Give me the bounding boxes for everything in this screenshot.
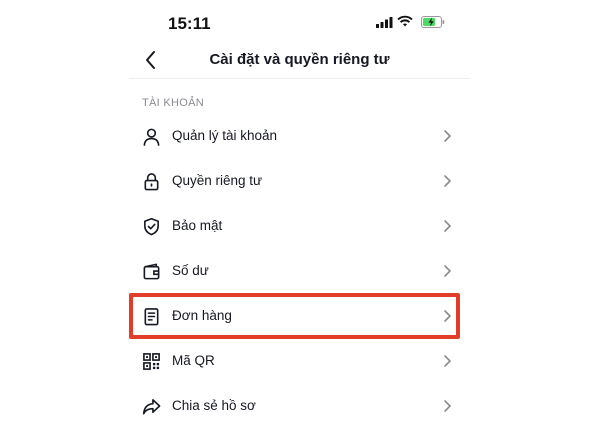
share-icon <box>142 399 161 415</box>
chevron-right-icon <box>444 265 451 277</box>
settings-item-label: Quyền riêng tư <box>172 173 263 188</box>
settings-item-label: Đơn hàng <box>172 308 232 323</box>
settings-item-orders[interactable]: Đơn hàng <box>129 294 470 339</box>
shield-icon <box>144 217 159 236</box>
phone-screen: 15:11 Cài đặt và quyền riêng tư TÀI KHOẢ… <box>129 0 470 436</box>
page-title: Cài đặt và quyền riêng tư <box>209 51 390 68</box>
status-time: 15:11 <box>168 14 211 33</box>
settings-item-privacy[interactable]: Quyền riêng tư <box>129 159 470 204</box>
nav-header: Cài đặt và quyền riêng tư <box>129 42 470 79</box>
orders-icon <box>144 308 159 326</box>
person-icon <box>143 128 160 146</box>
chevron-right-icon <box>444 220 451 232</box>
settings-item-label: Quản lý tài khoản <box>172 128 278 143</box>
settings-item-share-profile[interactable]: Chia sẻ hồ sơ <box>129 384 470 429</box>
wallet-icon <box>143 263 160 280</box>
settings-item-account[interactable]: Quản lý tài khoản <box>129 114 470 159</box>
settings-list: Quản lý tài khoản Quyền riêng tư Bảo mật <box>129 114 470 429</box>
chevron-right-icon <box>444 175 451 187</box>
settings-item-qr-code[interactable]: Mã QR <box>129 339 470 384</box>
chevron-right-icon <box>444 130 451 142</box>
wifi-icon <box>397 15 413 27</box>
settings-item-label: Mã QR <box>172 353 215 368</box>
battery-charging-icon <box>421 16 445 28</box>
lock-icon <box>144 173 159 191</box>
qr-code-icon <box>143 353 160 370</box>
chevron-right-icon <box>444 400 451 412</box>
status-bar: 15:11 <box>129 0 470 48</box>
settings-item-security[interactable]: Bảo mật <box>129 204 470 249</box>
settings-item-label: Chia sẻ hồ sơ <box>172 398 256 413</box>
chevron-right-icon <box>444 355 451 367</box>
section-header: TÀI KHOẢN <box>142 97 204 109</box>
settings-item-label: Bảo mật <box>172 218 223 233</box>
settings-item-balance[interactable]: Số dư <box>129 249 470 294</box>
settings-item-label: Số dư <box>172 263 209 278</box>
chevron-right-icon <box>444 310 451 322</box>
signal-icon <box>376 17 393 28</box>
